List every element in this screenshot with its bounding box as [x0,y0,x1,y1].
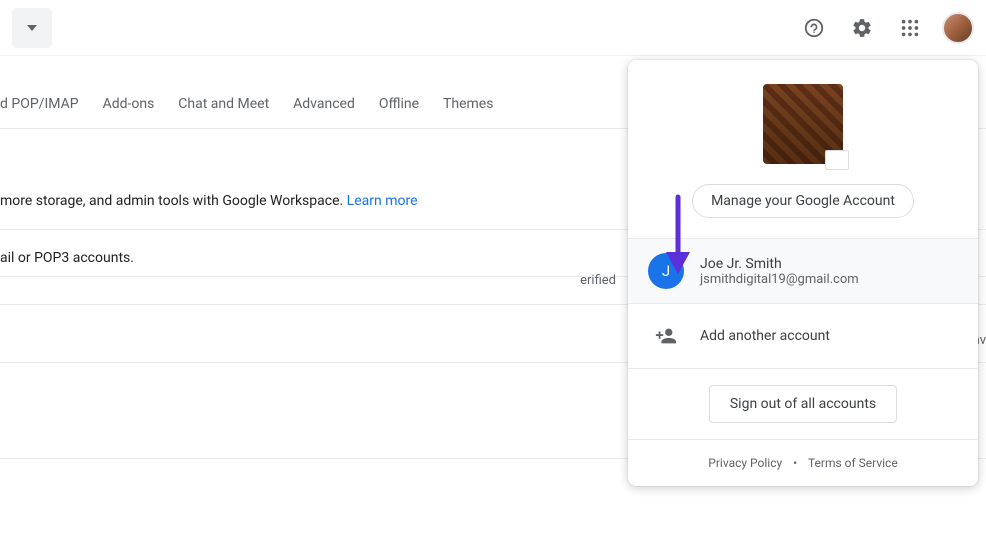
apps-grid-icon [899,17,921,39]
help-icon [803,17,825,39]
account-row-joe[interactable]: J Joe Jr. Smith jsmithdigital19@gmail.co… [628,238,978,303]
tab-advanced[interactable]: Advanced [293,96,355,112]
header-right [794,8,974,48]
avatar-large[interactable] [763,84,843,164]
account-email: jsmithdigital19@gmail.com [700,272,859,287]
account-popover: Manage your Google Account J Joe Jr. Smi… [628,60,978,486]
add-person-icon-wrap [648,318,684,354]
settings-button[interactable] [842,8,882,48]
avatar-camera-badge[interactable] [825,150,849,170]
signout-section: Sign out of all accounts [628,368,978,439]
caret-down-icon [27,25,37,31]
add-account-label: Add another account [700,328,830,344]
tab-themes[interactable]: Themes [443,96,493,112]
app-header [0,0,986,56]
workspace-text: more storage, and admin tools with Googl… [0,193,347,209]
person-add-icon [655,325,677,347]
dropdown-button[interactable] [12,8,52,48]
header-left [12,8,52,48]
account-avatar-initial: J [648,253,684,289]
tab-pop-imap[interactable]: d POP/IMAP [0,96,79,112]
terms-link[interactable]: Terms of Service [808,456,898,470]
learn-more-link[interactable]: Learn more [347,193,418,209]
gear-icon [851,17,873,39]
footer-separator: • [793,456,797,470]
privacy-link[interactable]: Privacy Policy [708,456,782,470]
account-info: Joe Jr. Smith jsmithdigital19@gmail.com [700,256,859,287]
tab-chat-meet[interactable]: Chat and Meet [178,96,269,112]
popover-top: Manage your Google Account [628,60,978,238]
signout-button[interactable]: Sign out of all accounts [709,385,897,423]
tab-offline[interactable]: Offline [379,96,419,112]
add-account-row[interactable]: Add another account [628,303,978,368]
help-button[interactable] [794,8,834,48]
account-name: Joe Jr. Smith [700,256,859,272]
popover-footer: Privacy Policy • Terms of Service [628,439,978,486]
tab-addons[interactable]: Add-ons [103,96,155,112]
pop3-text: ail or POP3 accounts. [0,250,134,266]
account-avatar-button[interactable] [942,12,974,44]
manage-account-button[interactable]: Manage your Google Account [692,184,914,218]
apps-button[interactable] [890,8,930,48]
